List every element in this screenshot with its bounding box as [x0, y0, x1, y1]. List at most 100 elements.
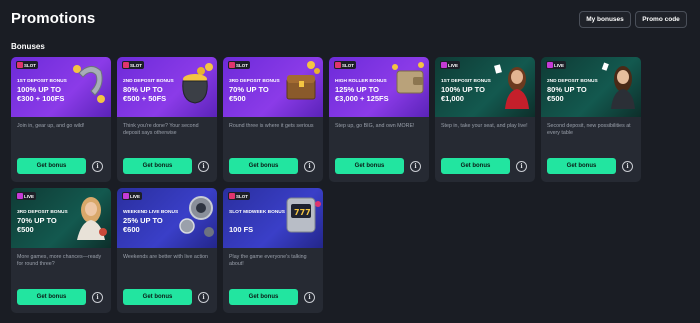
- bonus-amount: 25% UP TO €600: [123, 216, 163, 234]
- bonus-description: Second deposit, new possibilities at eve…: [547, 123, 631, 137]
- live-badge: LIVE: [16, 192, 37, 200]
- bonus-amount: 100% UP TO €1,000: [441, 85, 485, 103]
- bonus-subtitle: HIGH ROLLER BONUS: [335, 79, 387, 84]
- live-dealer-icon: [494, 64, 529, 109]
- bonus-card: SLOT 2ND DEPOSIT BONUS 80% UP TO €500 + 5…: [117, 57, 217, 182]
- bonus-subtitle: 1ST DEPOSIT BONUS: [17, 79, 67, 84]
- bonus-card: LIVE 2ND DEPOSIT BONUS 80% UP TO €500 Sec…: [541, 57, 641, 182]
- bonus-description: Weekends are better with live action: [123, 254, 208, 260]
- slot-badge: SLOT: [122, 61, 144, 69]
- bonus-amount: 80% UP TO €500 + 50FS: [123, 85, 167, 103]
- bonus-banner[interactable]: LIVE 1ST DEPOSIT BONUS 100% UP TO €1,000: [435, 57, 535, 117]
- bonus-amount: 80% UP TO €500: [547, 85, 587, 103]
- gift-icon: [229, 193, 235, 199]
- info-icon[interactable]: i: [304, 292, 315, 303]
- page-title: Promotions: [11, 10, 96, 27]
- section-title-bonuses: Bonuses: [11, 42, 45, 51]
- bonus-banner[interactable]: SLOT 3RD DEPOSIT BONUS 70% UP TO €500: [223, 57, 323, 117]
- info-icon[interactable]: i: [304, 161, 315, 172]
- bonus-banner[interactable]: LIVE 3RD DEPOSIT BONUS 70% UP TO €500: [11, 188, 111, 248]
- slot-badge: SLOT: [16, 61, 38, 69]
- bonus-card: LIVE 3RD DEPOSIT BONUS 70% UP TO €500 Mor…: [11, 188, 111, 313]
- get-bonus-button[interactable]: Get bonus: [229, 289, 298, 305]
- my-bonuses-button[interactable]: My bonuses: [579, 11, 631, 28]
- badge-label: SLOT: [342, 62, 354, 68]
- get-bonus-button[interactable]: Get bonus: [17, 158, 86, 174]
- badge-label: LIVE: [130, 193, 141, 199]
- info-icon[interactable]: i: [198, 161, 209, 172]
- gift-icon: [441, 62, 447, 68]
- slot-machine-icon: 777: [286, 197, 321, 233]
- info-icon[interactable]: i: [92, 292, 103, 303]
- gift-icon: [123, 193, 129, 199]
- horseshoe-icon: [73, 65, 105, 103]
- slot-badge: SLOT: [228, 61, 250, 69]
- gift-icon: [17, 62, 23, 68]
- bonus-card: SLOT SLOT MIDWEEK BONUS 100 FS 777 Play …: [223, 188, 323, 313]
- get-bonus-button[interactable]: Get bonus: [123, 289, 192, 305]
- live-dealer-icon: [601, 62, 635, 109]
- gift-icon: [123, 62, 129, 68]
- svg-text:777: 777: [294, 208, 311, 217]
- gift-icon: [335, 62, 341, 68]
- get-bonus-button[interactable]: Get bonus: [547, 158, 616, 174]
- get-bonus-button[interactable]: Get bonus: [123, 158, 192, 174]
- bonus-subtitle: 3RD DEPOSIT BONUS: [17, 210, 68, 215]
- bonus-amount: 100% UP TO €300 + 100FS: [17, 85, 65, 103]
- bonus-subtitle: 2ND DEPOSIT BONUS: [547, 79, 598, 84]
- bonus-subtitle: SLOT MIDWEEK BONUS: [229, 210, 285, 215]
- bonus-banner[interactable]: LIVE WEEKEND LIVE BONUS 25% UP TO €600: [117, 188, 217, 248]
- info-icon[interactable]: i: [198, 292, 209, 303]
- bonus-description: Step up, go BIG, and own MORE!: [335, 123, 415, 129]
- bonus-amount: 70% UP TO €500: [17, 216, 57, 234]
- bonus-banner[interactable]: SLOT 1ST DEPOSIT BONUS 100% UP TO €300 + …: [11, 57, 111, 117]
- info-icon[interactable]: i: [622, 161, 633, 172]
- pot-of-gold-icon: [182, 63, 213, 104]
- get-bonus-button[interactable]: Get bonus: [17, 289, 86, 305]
- info-icon[interactable]: i: [92, 161, 103, 172]
- bonus-card: SLOT 1ST DEPOSIT BONUS 100% UP TO €300 + …: [11, 57, 111, 182]
- get-bonus-button[interactable]: Get bonus: [441, 158, 510, 174]
- badge-label: SLOT: [236, 62, 248, 68]
- bonus-subtitle: 3RD DEPOSIT BONUS: [229, 79, 280, 84]
- bonus-banner[interactable]: LIVE 2ND DEPOSIT BONUS 80% UP TO €500: [541, 57, 641, 117]
- bonus-card: SLOT 3RD DEPOSIT BONUS 70% UP TO €500 Rou…: [223, 57, 323, 182]
- info-icon[interactable]: i: [410, 161, 421, 172]
- bonus-card: LIVE 1ST DEPOSIT BONUS 100% UP TO €1,000 …: [435, 57, 535, 182]
- bonus-banner[interactable]: SLOT HIGH ROLLER BONUS 125% UP TO €3,000 …: [329, 57, 429, 117]
- bonus-amount: 70% UP TO €500: [229, 85, 269, 103]
- bonus-description: Round three is where it gets serious: [229, 123, 314, 129]
- gift-icon: [17, 193, 23, 199]
- slot-badge: SLOT: [334, 61, 356, 69]
- bonus-subtitle: 2ND DEPOSIT BONUS: [123, 79, 174, 84]
- live-badge: LIVE: [440, 61, 461, 69]
- bonus-banner[interactable]: SLOT SLOT MIDWEEK BONUS 100 FS 777: [223, 188, 323, 248]
- live-badge: LIVE: [122, 192, 143, 200]
- get-bonus-button[interactable]: Get bonus: [335, 158, 404, 174]
- get-bonus-button[interactable]: Get bonus: [229, 158, 298, 174]
- badge-label: SLOT: [236, 193, 248, 199]
- promo-code-button[interactable]: Promo code: [635, 11, 687, 28]
- bonus-description: Think you're done? Your second deposit s…: [123, 123, 199, 137]
- gift-icon: [229, 62, 235, 68]
- badge-label: SLOT: [130, 62, 142, 68]
- live-dealer-icon: [77, 197, 107, 240]
- wallet-icon: [392, 62, 424, 94]
- bonus-card: SLOT HIGH ROLLER BONUS 125% UP TO €3,000 …: [329, 57, 429, 182]
- bonus-description: Join in, gear up, and go wild!: [17, 123, 85, 129]
- bonus-description: More games, more chances—ready for round…: [17, 254, 102, 268]
- bonus-description: Play the game everyone's talking about!: [229, 254, 307, 268]
- bonus-banner[interactable]: SLOT 2ND DEPOSIT BONUS 80% UP TO €500 + 5…: [117, 57, 217, 117]
- badge-label: LIVE: [24, 193, 35, 199]
- info-icon[interactable]: i: [516, 161, 527, 172]
- gift-icon: [547, 62, 553, 68]
- bonus-amount: 100 FS: [229, 224, 254, 234]
- bonus-subtitle: WEEKEND LIVE BONUS: [123, 210, 179, 215]
- badge-label: LIVE: [554, 62, 565, 68]
- bonus-subtitle: 1ST DEPOSIT BONUS: [441, 79, 491, 84]
- bonus-card: LIVE WEEKEND LIVE BONUS 25% UP TO €600 We…: [117, 188, 217, 313]
- slot-badge: SLOT: [228, 192, 250, 200]
- chips-icon: [179, 196, 214, 237]
- badge-label: LIVE: [448, 62, 459, 68]
- treasure-chest-icon: [286, 61, 320, 100]
